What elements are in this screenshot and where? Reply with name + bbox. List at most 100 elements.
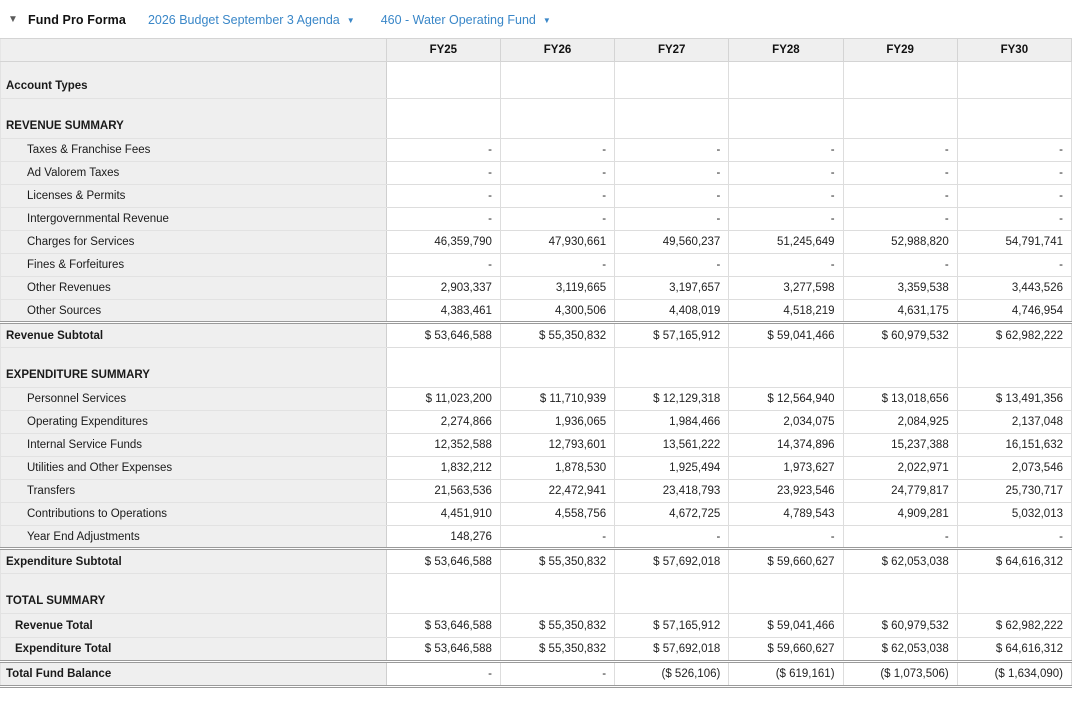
value-cell: - xyxy=(499,161,616,185)
value-cell: 3,277,598 xyxy=(728,276,844,300)
fund-dropdown[interactable]: 460 - Water Operating Fund ▼ xyxy=(381,13,551,27)
value-cell xyxy=(842,98,958,139)
column-header-fy25: FY25 xyxy=(385,38,501,62)
value-cell: - xyxy=(842,207,958,231)
table-row: Licenses & Permits - - - - - - xyxy=(0,184,1072,208)
collapse-section-icon[interactable]: ▼ xyxy=(8,14,28,25)
value-cell: - xyxy=(499,207,616,231)
value-cell: 3,119,665 xyxy=(499,276,616,300)
row-label: Licenses & Permits xyxy=(0,184,387,208)
row-label: Utilities and Other Expenses xyxy=(0,456,387,480)
value-cell: 1,973,627 xyxy=(728,456,844,480)
table-row: Year End Adjustments 148,276- - - - - xyxy=(0,525,1072,549)
value-cell: - xyxy=(499,184,616,208)
value-cell: $ 62,053,038 xyxy=(842,637,958,662)
row-label: Ad Valorem Taxes xyxy=(0,161,387,185)
value-cell: 15,237,388 xyxy=(842,433,958,457)
value-cell: $ 59,041,466 xyxy=(728,613,844,638)
value-cell: 52,988,820 xyxy=(842,230,958,254)
value-cell: 5,032,013 xyxy=(956,502,1072,526)
value-cell: 1,984,466 xyxy=(614,410,730,434)
value-cell: $ 59,660,627 xyxy=(728,637,844,662)
value-cell: 22,472,941 xyxy=(499,479,616,503)
table-row: Fines & Forfeitures - - - - - - xyxy=(0,253,1072,277)
value-cell: 46,359,790 xyxy=(385,230,501,254)
value-cell xyxy=(385,347,501,388)
value-cell: 47,930,661 xyxy=(499,230,616,254)
value-cell: 3,197,657 xyxy=(614,276,730,300)
value-cell: - xyxy=(956,525,1072,549)
value-cell xyxy=(385,98,501,139)
value-cell: $ 55,350,832 xyxy=(499,637,616,662)
value-cell: $ 55,350,832 xyxy=(499,321,616,348)
value-cell xyxy=(842,347,958,388)
value-cell: 1,878,530 xyxy=(499,456,616,480)
value-cell xyxy=(956,347,1072,388)
table-row: Intergovernmental Revenue - - - - - - xyxy=(0,207,1072,231)
value-cell: 12,793,601 xyxy=(499,433,616,457)
value-cell: $ 57,165,912 xyxy=(614,321,730,348)
value-cell: 4,672,725 xyxy=(614,502,730,526)
value-cell: - xyxy=(956,207,1072,231)
row-label-header xyxy=(0,38,387,62)
value-cell: - xyxy=(956,138,1072,162)
table-row: Ad Valorem Taxes - - - - - - xyxy=(0,161,1072,185)
value-cell: $ 57,165,912 xyxy=(614,613,730,638)
value-cell: - xyxy=(842,161,958,185)
value-cell: $ 64,616,312 xyxy=(956,547,1072,574)
value-cell xyxy=(499,573,616,614)
budget-version-dropdown[interactable]: 2026 Budget September 3 Agenda ▼ xyxy=(148,13,355,27)
row-label: Intergovernmental Revenue xyxy=(0,207,387,231)
row-label: Account Types xyxy=(0,61,387,99)
value-cell: - xyxy=(728,161,844,185)
value-cell: - xyxy=(956,184,1072,208)
value-cell: ($ 619,161) xyxy=(728,660,844,688)
value-cell: 16,151,632 xyxy=(956,433,1072,457)
table-row: Other Sources 4,383,461 4,300,506 4,408,019… xyxy=(0,299,1072,323)
value-cell: - xyxy=(728,253,844,277)
table-row: Expenditure Total $ 53,646,588 $ 55,350,83… xyxy=(0,637,1072,662)
value-cell: 3,359,538 xyxy=(842,276,958,300)
value-cell: - xyxy=(614,525,730,549)
column-header-fy27: FY27 xyxy=(614,38,730,62)
table-row: Revenue Subtotal $ 53,646,588 $ 55,350,832… xyxy=(0,321,1072,348)
value-cell: $ 57,692,018 xyxy=(614,637,730,662)
value-cell: 2,084,925 xyxy=(842,410,958,434)
value-cell xyxy=(728,61,844,99)
value-cell: 23,418,793 xyxy=(614,479,730,503)
value-cell: 4,300,506 xyxy=(499,299,616,323)
value-cell: - xyxy=(842,525,958,549)
row-label: Revenue Total xyxy=(0,613,387,638)
table-row: Expenditure Subtotal $ 53,646,588 $ 55,350… xyxy=(0,547,1072,574)
row-label: Operating Expenditures xyxy=(0,410,387,434)
value-cell: $ 55,350,832 xyxy=(499,547,616,574)
row-label: Other Sources xyxy=(0,299,387,323)
value-cell: $ 12,129,318 xyxy=(614,387,730,411)
value-cell: - xyxy=(728,525,844,549)
value-cell xyxy=(499,347,616,388)
value-cell: - xyxy=(614,207,730,231)
row-label: Contributions to Operations xyxy=(0,502,387,526)
report-title: Fund Pro Forma xyxy=(28,13,126,27)
caret-down-icon: ▼ xyxy=(542,16,551,25)
value-cell xyxy=(842,61,958,99)
value-cell: 4,408,019 xyxy=(614,299,730,323)
value-cell: 2,022,971 xyxy=(842,456,958,480)
table-row: Internal Service Funds 12,352,588 12,793,6… xyxy=(0,433,1072,457)
value-cell: 13,561,222 xyxy=(614,433,730,457)
value-cell: - xyxy=(499,253,616,277)
table-row: Personnel Services $ 11,023,200 $ 11,710,9… xyxy=(0,387,1072,411)
value-cell: - xyxy=(728,138,844,162)
value-cell xyxy=(728,573,844,614)
value-cell: - xyxy=(614,253,730,277)
table-row: Revenue Total $ 53,646,588 $ 55,350,832 $ 5… xyxy=(0,613,1072,638)
value-cell: - xyxy=(499,138,616,162)
table-row: Account Types xyxy=(0,61,1072,99)
value-cell: - xyxy=(385,161,501,185)
row-label: Year End Adjustments xyxy=(0,525,387,549)
column-header-fy28: FY28 xyxy=(728,38,844,62)
value-cell: $ 53,646,588 xyxy=(385,637,501,662)
value-cell: 4,746,954 xyxy=(956,299,1072,323)
value-cell: 12,352,588 xyxy=(385,433,501,457)
value-cell: $ 12,564,940 xyxy=(728,387,844,411)
